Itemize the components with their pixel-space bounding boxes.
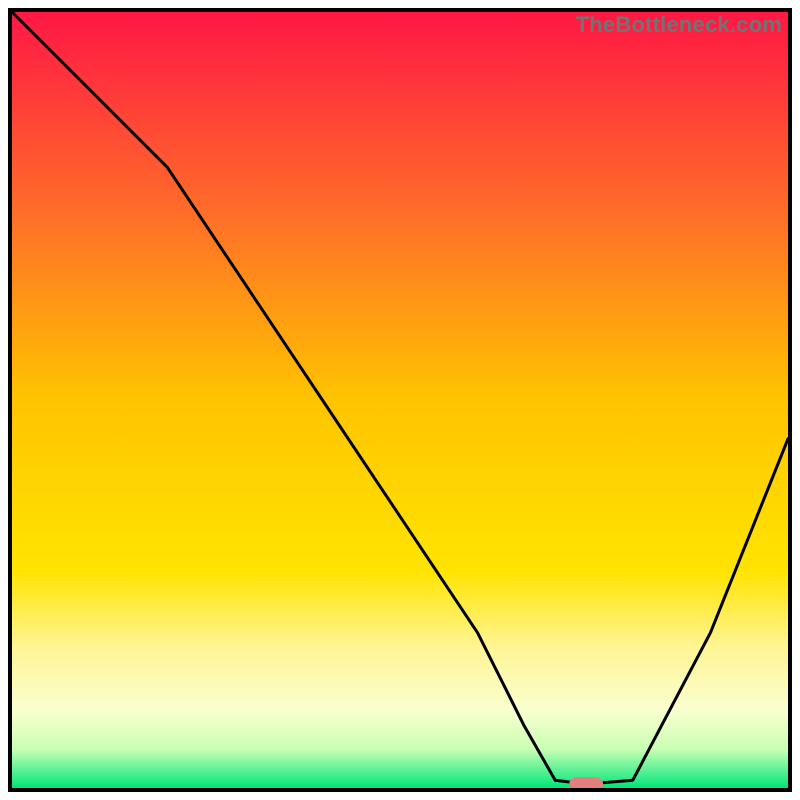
chart-svg [12,12,788,788]
chart-frame: TheBottleneck.com [8,8,792,792]
target-marker [569,777,603,788]
watermark-label: TheBottleneck.com [576,12,782,38]
